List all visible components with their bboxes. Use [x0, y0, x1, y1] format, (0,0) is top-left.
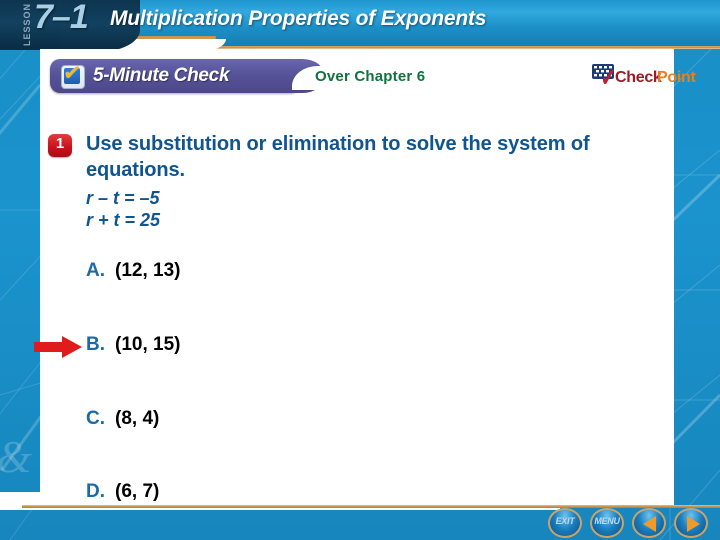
question-number: 1	[55, 135, 65, 152]
choice-a-value: (12, 13)	[115, 260, 181, 281]
choice-a-letter: A.	[86, 260, 105, 281]
choice-c-letter: C.	[86, 408, 105, 429]
page-title: Multiplication Properties of Exponents	[110, 7, 487, 30]
triangle-left-icon	[643, 516, 656, 532]
right-arrow-icon	[34, 336, 84, 358]
choice-d-letter: D.	[86, 481, 105, 502]
choice-d[interactable]: D. (6, 7)	[86, 482, 159, 501]
checkpoint-logo: ✓ Check Point	[592, 64, 696, 92]
checkmark-icon: ✓	[61, 58, 84, 87]
choice-a[interactable]: A. (12, 13)	[86, 261, 180, 280]
choice-b[interactable]: B. (10, 15)	[86, 335, 180, 354]
triangle-right-icon	[687, 516, 700, 532]
choice-b-letter: B.	[86, 334, 105, 355]
choice-d-value: (6, 7)	[115, 481, 160, 502]
choice-c[interactable]: C. (8, 4)	[86, 409, 159, 428]
checkpoint-check-text: Check	[615, 69, 662, 86]
checkpoint-point-text: Point	[657, 69, 696, 86]
choice-c-value: (8, 4)	[115, 408, 160, 429]
watermark: &	[0, 430, 32, 483]
over-chapter-label: Over Chapter 6	[315, 68, 426, 85]
menu-button-label: MENU	[594, 516, 620, 526]
lesson-number: 7–1	[34, 0, 89, 36]
five-minute-check-label: 5-Minute Check	[93, 65, 230, 86]
equation-2: r + t = 25	[86, 210, 161, 230]
question-prompt: Use substitution or elimination to solve…	[86, 133, 590, 182]
slide-root: & LESSON	[0, 0, 720, 540]
exit-button-label: EXIT	[555, 516, 575, 526]
choice-b-value: (10, 15)	[115, 334, 181, 355]
